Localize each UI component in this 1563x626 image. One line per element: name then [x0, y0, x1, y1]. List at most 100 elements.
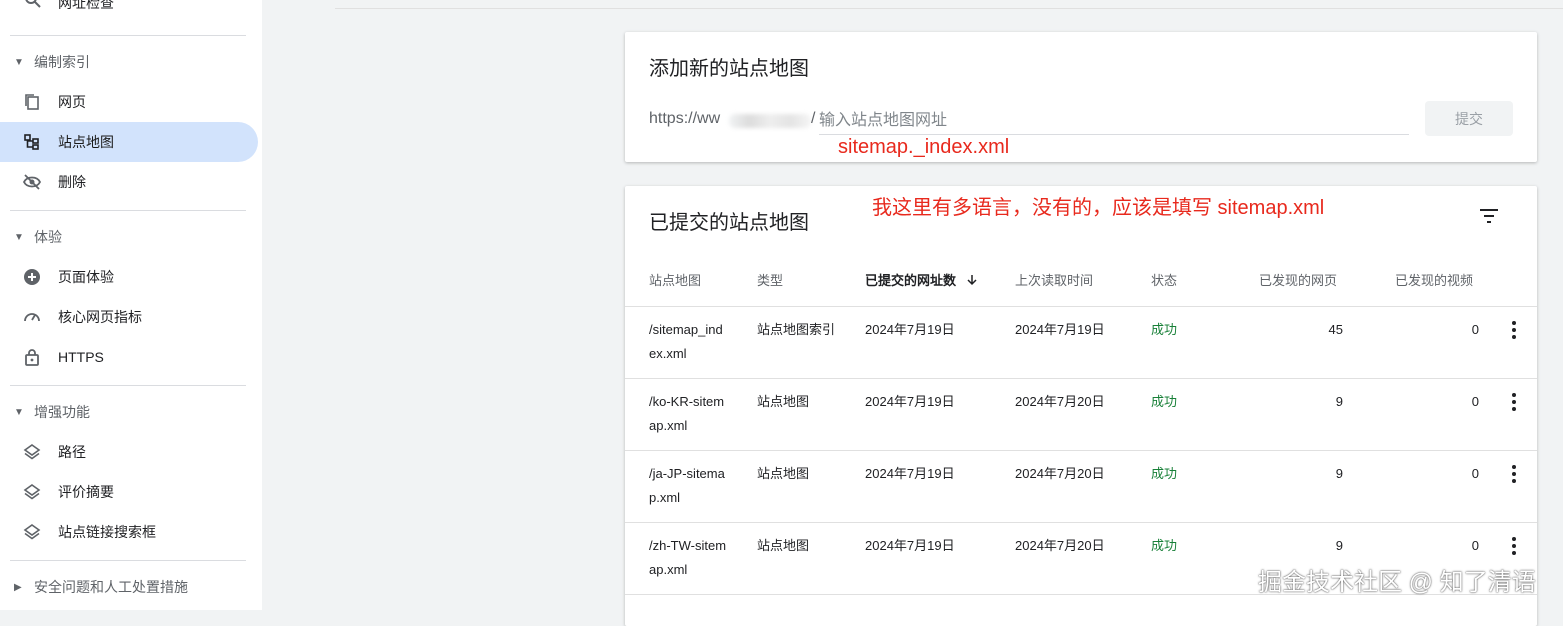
sitemap-type: 站点地图: [757, 538, 810, 553]
sidebar-item-label: 页面体验: [58, 269, 114, 285]
sidebar-item-label: 核心网页指标: [58, 309, 142, 325]
column-header-submitted-urls[interactable]: 已提交的网址数: [865, 270, 978, 289]
submitted-sitemaps-title: 已提交的站点地图: [649, 212, 809, 234]
sitemap-url-input[interactable]: [819, 110, 1409, 132]
section-header-label: 增强功能: [34, 404, 90, 420]
sitemap-type: 站点地图索引: [757, 322, 836, 337]
table-divider: [625, 450, 1537, 451]
sitemap-icon: [22, 132, 42, 152]
speedometer-icon: [22, 307, 42, 327]
more-vert-icon[interactable]: [1510, 321, 1518, 339]
sitemap-path[interactable]: /sitemap_ind ex.xml: [649, 318, 723, 366]
section-header-label: 体验: [34, 229, 62, 245]
sidebar-item-page-experience[interactable]: 页面体验: [0, 257, 258, 297]
caret-down-icon: ▼: [14, 406, 24, 418]
column-header-status[interactable]: 状态: [1151, 270, 1177, 289]
discovered-pages: 45: [1328, 322, 1343, 337]
last-read-date: 2024年7月20日: [1015, 466, 1105, 481]
annotation-note: 我这里有多语言，没有的，应该是填写 sitemap.xml: [872, 197, 1325, 219]
caret-right-icon: ▶: [14, 581, 22, 593]
sidebar-item-removals[interactable]: 删除: [0, 162, 258, 202]
lock-icon: [22, 347, 42, 367]
divider: [10, 210, 246, 211]
column-header-last-read[interactable]: 上次读取时间: [1015, 270, 1093, 289]
sitemap-path[interactable]: /zh-TW-sitem ap.xml: [649, 534, 726, 582]
last-read-date: 2024年7月20日: [1015, 538, 1105, 553]
sitemap-url-field[interactable]: [819, 110, 1409, 135]
column-header-discovered-videos[interactable]: 已发现的视频: [1395, 270, 1473, 289]
more-vert-icon[interactable]: [1510, 393, 1518, 411]
section-header-experience[interactable]: ▼ 体验: [14, 225, 62, 249]
sitemap-url-prefix: https://ww: [649, 110, 721, 127]
sidebar-item-https[interactable]: HTTPS: [0, 337, 258, 377]
more-vert-icon[interactable]: [1510, 465, 1518, 483]
sidebar-item-label: 删除: [58, 174, 86, 190]
sidebar-item-url-inspection[interactable]: 网址检查: [0, 0, 262, 18]
submitted-date: 2024年7月19日: [865, 394, 955, 409]
add-sitemap-title: 添加新的站点地图: [649, 58, 809, 80]
sidebar-item-label: 站点地图: [58, 134, 114, 150]
redacted-domain: [729, 114, 811, 128]
annotation-note: sitemap._index.xml: [838, 136, 1010, 158]
section-header-security-manual-actions[interactable]: ▶ 安全问题和人工处置措施: [14, 575, 188, 599]
sidebar-item-label: 网页: [58, 94, 86, 110]
discovered-pages: 9: [1335, 466, 1343, 481]
status-badge: 成功: [1151, 322, 1178, 337]
sitemap-path[interactable]: /ko-KR-sitem ap.xml: [649, 390, 724, 438]
sidebar-item-review-snippets[interactable]: 评价摘要: [0, 472, 258, 512]
filter-icon[interactable]: [1478, 206, 1500, 226]
layers-icon: [22, 442, 42, 462]
discovered-videos: 0: [1471, 466, 1479, 481]
sidebar-item-breadcrumbs[interactable]: 路径: [0, 432, 258, 472]
sitemap-type: 站点地图: [757, 466, 810, 481]
table-divider: [625, 378, 1537, 379]
pages-icon: [22, 92, 42, 112]
table-divider: [625, 522, 1537, 523]
discovered-videos: 0: [1471, 394, 1479, 409]
more-vert-icon[interactable]: [1510, 537, 1518, 555]
sidebar-item-sitemaps[interactable]: 站点地图: [0, 122, 258, 162]
submit-button[interactable]: 提交: [1425, 101, 1513, 136]
top-divider: [335, 8, 1563, 9]
layers-icon: [22, 482, 42, 502]
arrow-down-icon: [967, 275, 977, 286]
search-icon: [25, 0, 41, 8]
section-header-enhancements[interactable]: ▼ 增强功能: [14, 400, 90, 424]
layers-icon: [22, 522, 42, 542]
status-badge: 成功: [1151, 466, 1178, 481]
divider: [10, 35, 246, 36]
sidebar-item-label: 网址检查: [58, 0, 114, 11]
column-header-type[interactable]: 类型: [757, 270, 783, 289]
caret-down-icon: ▼: [14, 231, 24, 243]
sidebar-item-label: 路径: [58, 444, 86, 460]
column-header-sitemap[interactable]: 站点地图: [649, 270, 701, 289]
column-header-discovered-pages[interactable]: 已发现的网页: [1259, 270, 1337, 289]
discovered-pages: 9: [1335, 538, 1343, 553]
status-badge: 成功: [1151, 394, 1178, 409]
sidebar-item-pages[interactable]: 网页: [0, 82, 258, 122]
watermark: 掘金技术社区 @ 知了清语: [1258, 569, 1536, 596]
add-sitemap-card: 添加新的站点地图 https://ww / 提交: [625, 32, 1537, 162]
submitted-date: 2024年7月19日: [865, 322, 955, 337]
sidebar-item-label: 评价摘要: [58, 484, 114, 500]
divider: [10, 560, 246, 561]
discovered-videos: 0: [1471, 538, 1479, 553]
sidebar-item-core-web-vitals[interactable]: 核心网页指标: [0, 297, 258, 337]
section-header-label: 安全问题和人工处置措施: [34, 579, 188, 595]
sitemap-path[interactable]: /ja-JP-sitema p.xml: [649, 462, 725, 510]
section-header-label: 编制索引: [34, 54, 90, 70]
eye-off-icon: [22, 172, 42, 192]
sitemap-type: 站点地图: [757, 394, 810, 409]
last-read-date: 2024年7月20日: [1015, 394, 1105, 409]
plus-circle-icon: [22, 267, 42, 287]
status-badge: 成功: [1151, 538, 1178, 553]
discovered-videos: 0: [1471, 322, 1479, 337]
sitemap-url-prefix-tail: /: [811, 110, 816, 127]
sidebar-item-label: 站点链接搜索框: [58, 524, 156, 540]
sidebar-item-sitelinks-searchbox[interactable]: 站点链接搜索框: [0, 512, 258, 552]
submitted-date: 2024年7月19日: [865, 466, 955, 481]
sidebar: 网址检查 ▼ 编制索引 网页 站点地图 删除 ▼ 体验 页面体验 核心网页指标 …: [0, 0, 262, 610]
section-header-indexing[interactable]: ▼ 编制索引: [14, 50, 90, 74]
divider: [10, 385, 246, 386]
caret-down-icon: ▼: [14, 56, 24, 68]
